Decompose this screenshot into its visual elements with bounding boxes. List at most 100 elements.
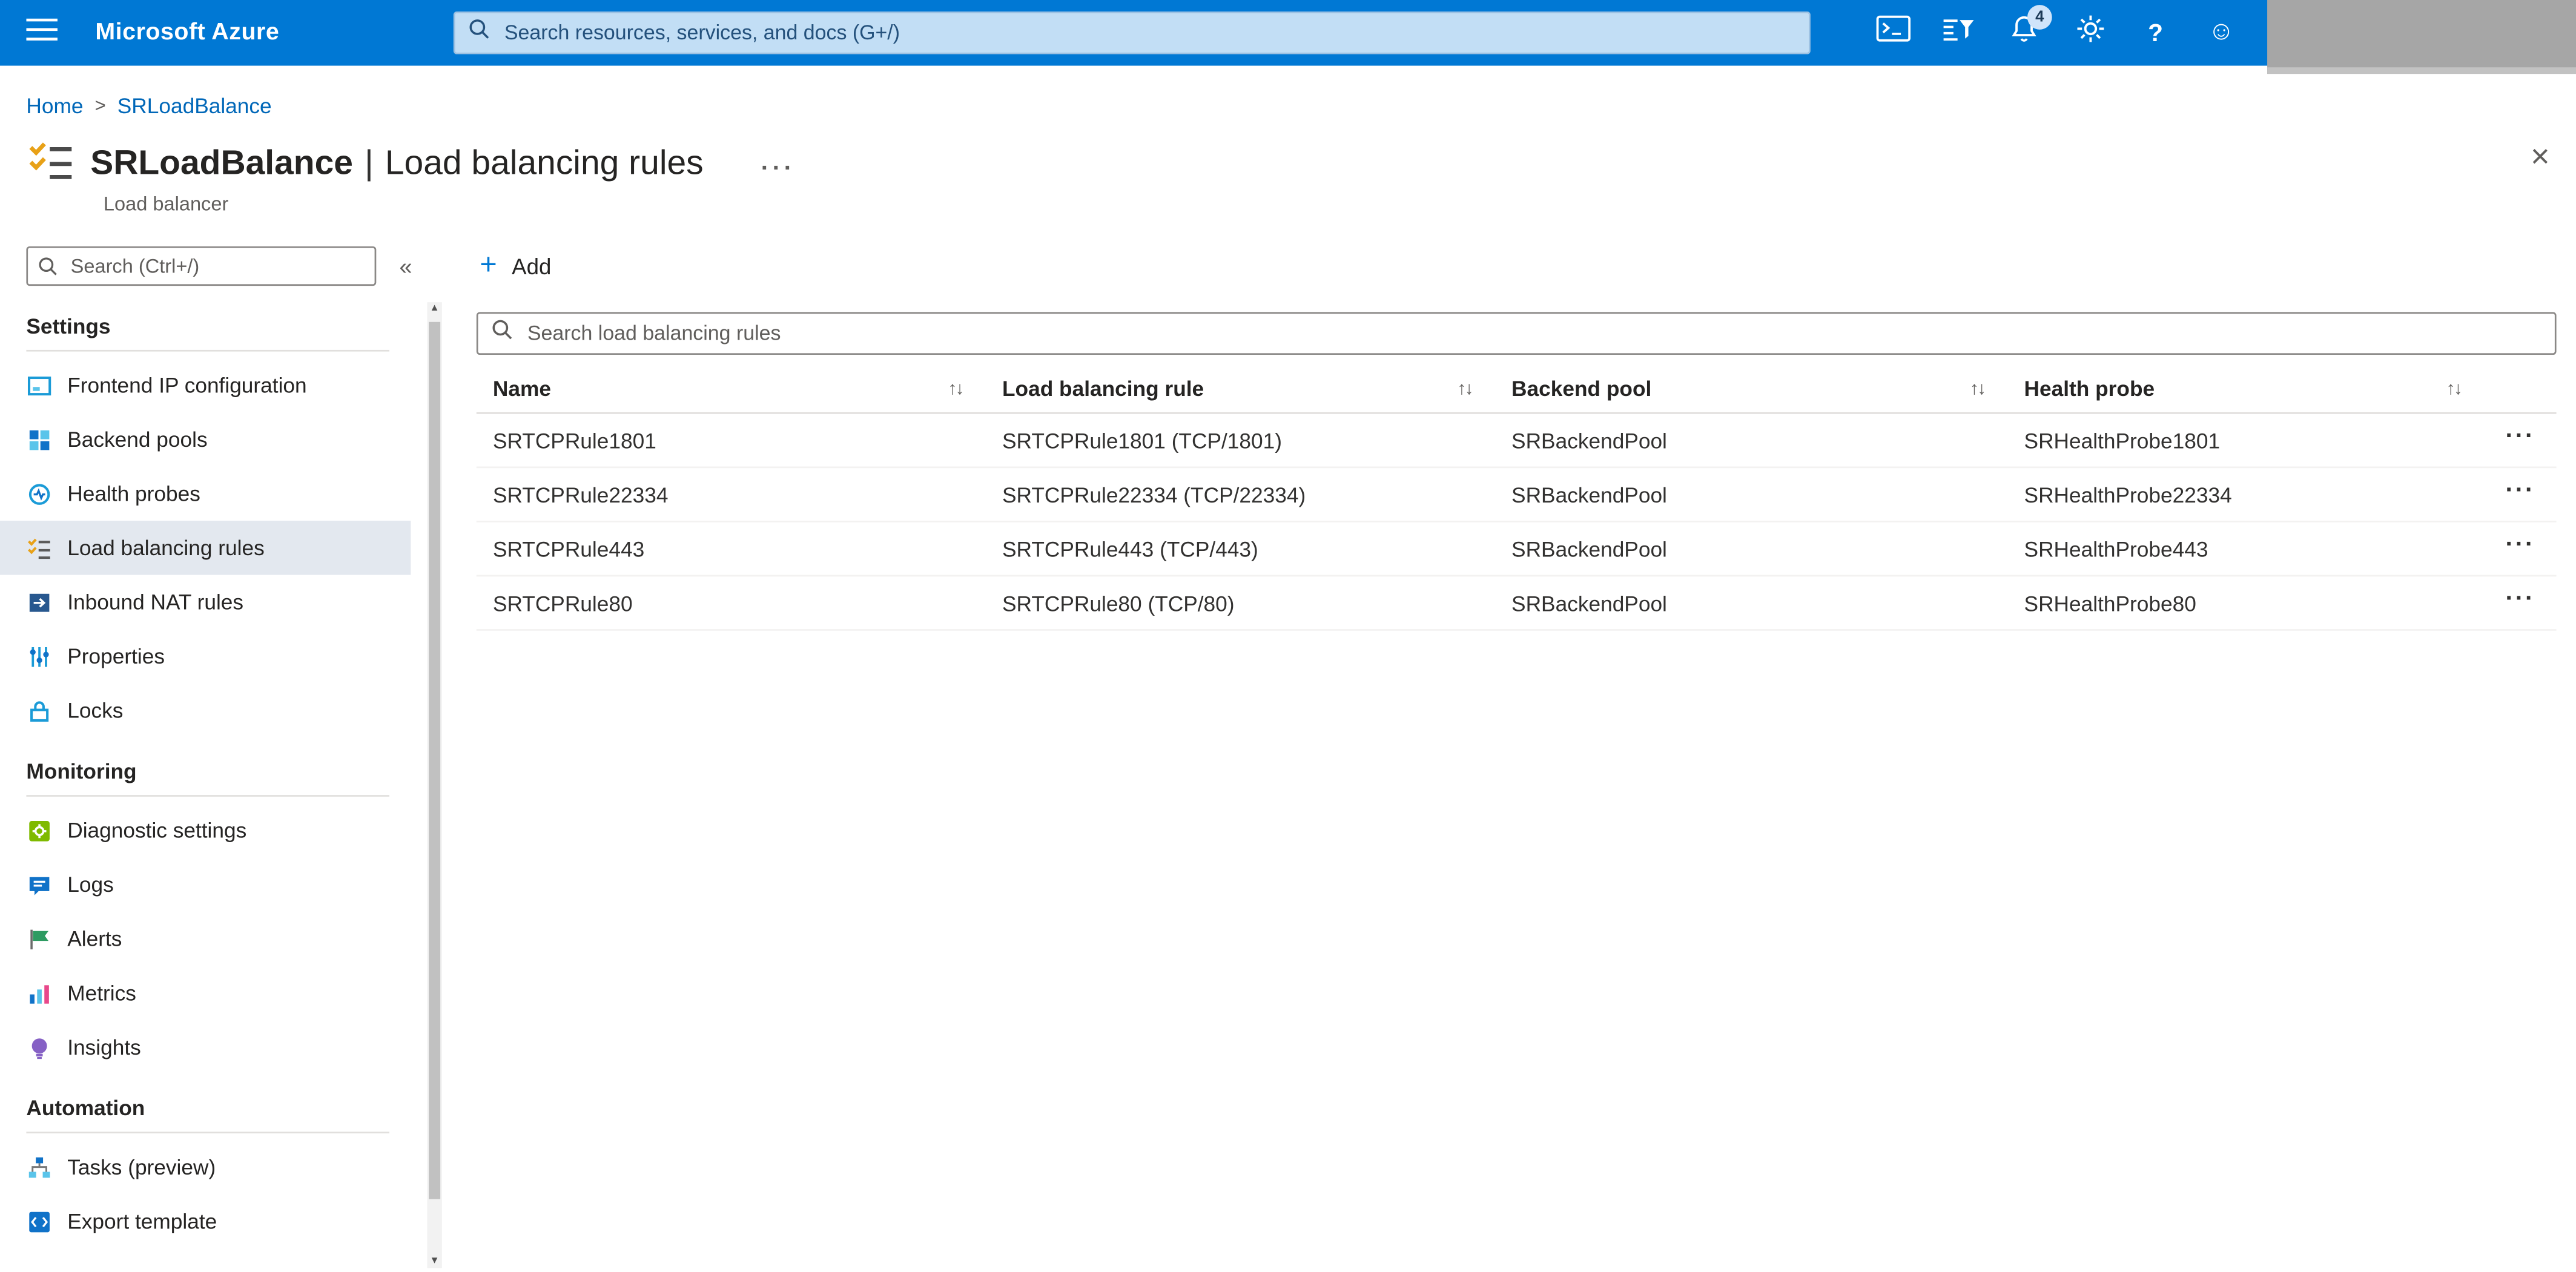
export-template-icon [26, 1208, 52, 1234]
sidebar-item-label: Properties [67, 644, 165, 669]
cell-rule: SRTCPRule443 (TCP/443) [1002, 536, 1258, 561]
scrollbar-down-arrow-icon[interactable]: ▼ [427, 1254, 441, 1267]
rules-search-input[interactable] [524, 320, 2542, 347]
sidebar-item-health-probes[interactable]: Health probes [0, 467, 411, 521]
locks-icon [26, 697, 52, 723]
add-rule-button[interactable]: + Add [470, 249, 561, 282]
sidebar-item-label: Alerts [67, 926, 122, 951]
resource-menu-sidebar: « Settings Frontend IP configuration Bac… [0, 229, 444, 1272]
cell-backend-pool: SRBackendPool [1511, 536, 1667, 561]
column-label: Load balancing rule [1002, 376, 1204, 401]
rules-table: Name ↑↓ Load balancing rule ↑↓ Backend p… [476, 364, 2557, 631]
global-search[interactable] [453, 11, 1811, 54]
close-blade-button[interactable]: × [2531, 141, 2550, 174]
sidebar-item-frontend-ip-configuration[interactable]: Frontend IP configuration [0, 358, 411, 412]
notifications-button[interactable]: 4 [1991, 0, 2057, 66]
directory-filter-button[interactable] [1926, 0, 1992, 66]
sidebar-item-export-template[interactable]: Export template [0, 1194, 411, 1248]
account-info-redacted-block [2267, 0, 2576, 74]
table-row[interactable]: SRTCPRule443 SRTCPRule443 (TCP/443) SRBa… [476, 522, 2557, 577]
sidebar-search-row: « [26, 246, 424, 286]
cell-name: SRTCPRule22334 [492, 482, 669, 507]
sidebar-item-label: Insights [67, 1035, 141, 1059]
row-context-menu-button[interactable]: ··· [2484, 477, 2556, 512]
table-row[interactable]: SRTCPRule1801 SRTCPRule1801 (TCP/1801) S… [476, 414, 2557, 469]
cell-rule: SRTCPRule22334 (TCP/22334) [1002, 482, 1306, 507]
cell-name: SRTCPRule80 [492, 590, 633, 616]
column-label: Name [492, 376, 552, 401]
breadcrumb-current-link[interactable]: SRLoadBalance [117, 94, 272, 119]
hamburger-menu-button[interactable] [0, 0, 82, 66]
more-actions-button[interactable]: ··· [761, 149, 796, 180]
feedback-button[interactable]: ☺ [2188, 0, 2254, 66]
tasks-icon [26, 1154, 52, 1180]
sidebar-item-label: Diagnostic settings [67, 818, 247, 843]
metrics-icon [26, 980, 52, 1006]
sidebar-item-tasks-preview[interactable]: Tasks (preview) [0, 1140, 411, 1195]
row-context-menu-button[interactable]: ··· [2484, 532, 2556, 566]
section-title-settings: Settings [26, 314, 111, 338]
help-button[interactable]: ? [2122, 0, 2188, 66]
global-search-input[interactable] [501, 19, 1796, 46]
search-icon [468, 18, 489, 48]
sidebar-search-input[interactable] [26, 246, 377, 286]
sidebar-item-label: Health probes [67, 481, 200, 506]
table-row[interactable]: SRTCPRule80 SRTCPRule80 (TCP/80) SRBacke… [476, 576, 2557, 631]
sidebar-item-diagnostic-settings[interactable]: Diagnostic settings [0, 803, 411, 858]
sidebar-item-metrics[interactable]: Metrics [0, 966, 411, 1020]
table-row[interactable]: SRTCPRule22334 SRTCPRule22334 (TCP/22334… [476, 468, 2557, 522]
cell-health-probe: SRHealthProbe443 [2024, 536, 2208, 561]
sidebar-item-properties[interactable]: Properties [0, 629, 411, 684]
sort-icon[interactable]: ↑↓ [948, 378, 964, 398]
properties-icon [26, 643, 52, 669]
row-context-menu-button[interactable]: ··· [2484, 423, 2556, 458]
load-balancing-rules-icon [26, 535, 52, 561]
cell-rule: SRTCPRule80 (TCP/80) [1002, 590, 1235, 616]
sidebar-item-label: Backend pools [67, 427, 208, 452]
feedback-smiley-icon: ☺ [2207, 18, 2235, 46]
sidebar-item-locks[interactable]: Locks [0, 684, 411, 738]
collapse-menu-button[interactable]: « [388, 253, 424, 279]
sort-icon[interactable]: ↑↓ [2446, 378, 2463, 398]
cloud-shell-button[interactable] [1860, 0, 1926, 66]
blade-title: Load balancing rules [385, 144, 704, 183]
sidebar-item-label: Export template [67, 1208, 217, 1234]
cell-backend-pool: SRBackendPool [1511, 427, 1667, 453]
sidebar-item-inbound-nat-rules[interactable]: Inbound NAT rules [0, 575, 411, 630]
sidebar-item-logs[interactable]: Logs [0, 857, 411, 912]
notifications-badge: 4 [2027, 5, 2052, 30]
azure-brand[interactable]: Microsoft Azure [95, 20, 279, 46]
section-title-monitoring: Monitoring [26, 759, 137, 784]
column-label: Health probe [2024, 376, 2155, 401]
row-context-menu-button[interactable]: ··· [2484, 585, 2556, 620]
directory-filter-icon [1942, 16, 1975, 50]
breadcrumb-home-link[interactable]: Home [26, 94, 83, 119]
column-header-backend-pool: Backend pool ↑↓ [1495, 376, 2007, 401]
sidebar-item-load-balancing-rules[interactable]: Load balancing rules [0, 521, 411, 575]
sidebar-item-insights[interactable]: Insights [0, 1020, 411, 1075]
sidebar-item-label: Inbound NAT rules [67, 590, 244, 615]
sort-icon[interactable]: ↑↓ [1970, 378, 1986, 398]
sidebar-search[interactable] [26, 246, 377, 286]
settings-button[interactable] [2057, 0, 2123, 66]
plus-icon: + [480, 248, 497, 281]
alerts-icon [26, 926, 52, 952]
resource-menu: Settings Frontend IP configuration Backe… [0, 292, 444, 1248]
sidebar-item-label: Metrics [67, 980, 136, 1006]
sort-icon[interactable]: ↑↓ [1458, 378, 1474, 398]
cell-health-probe: SRHealthProbe1801 [2024, 427, 2221, 453]
cell-health-probe: SRHealthProbe22334 [2024, 482, 2232, 507]
scrollbar-thumb[interactable] [429, 321, 441, 1199]
sidebar-scrollbar[interactable]: ▲ ▼ [427, 302, 442, 1268]
sidebar-item-label: Load balancing rules [67, 535, 265, 561]
sidebar-item-label: Locks [67, 698, 124, 723]
scrollbar-up-arrow-icon[interactable]: ▲ [427, 302, 441, 315]
section-divider [26, 795, 390, 797]
hamburger-icon [25, 17, 57, 48]
section-divider [26, 349, 390, 352]
sidebar-item-alerts[interactable]: Alerts [0, 912, 411, 966]
top-bar: Microsoft Azure 4 [0, 0, 2576, 66]
sidebar-item-backend-pools[interactable]: Backend pools [0, 412, 411, 467]
cell-backend-pool: SRBackendPool [1511, 482, 1667, 507]
rules-search[interactable] [476, 312, 2557, 355]
